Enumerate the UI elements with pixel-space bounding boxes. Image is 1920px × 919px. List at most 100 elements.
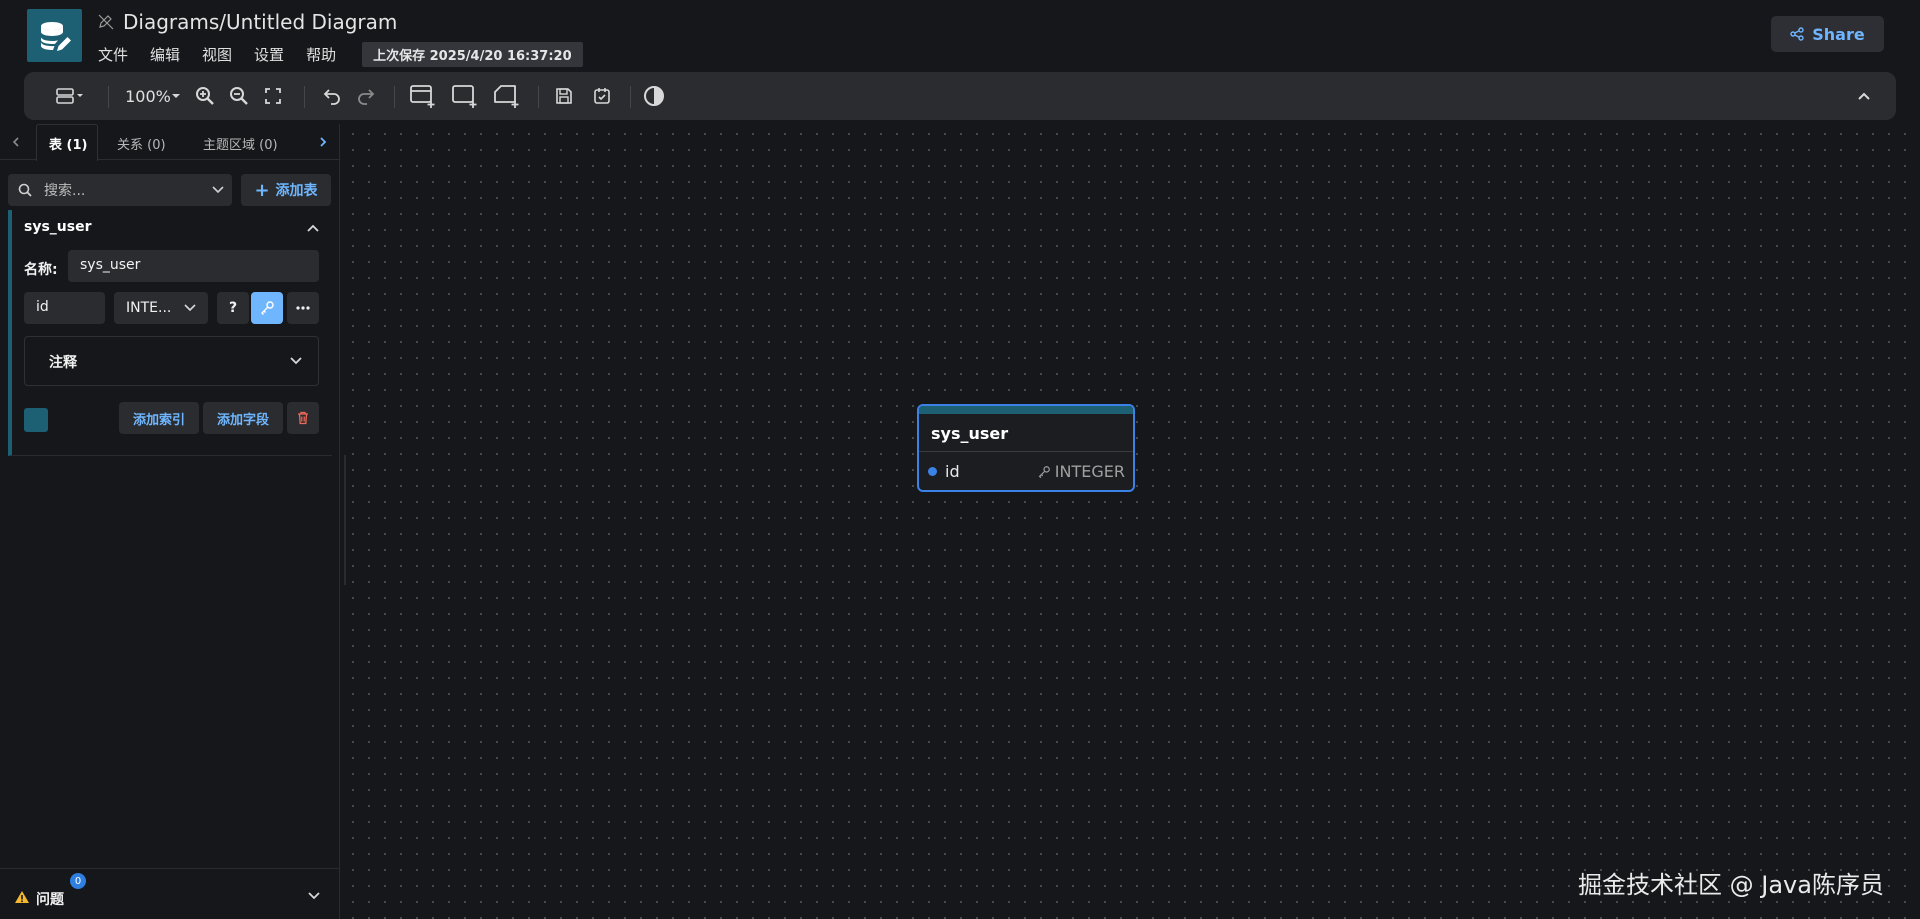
help-label: ? — [228, 300, 238, 316]
zoom-dropdown[interactable]: 100% — [124, 84, 182, 108]
add-field-button[interactable]: 添加字段 — [203, 402, 283, 434]
relation-handle-dot[interactable] — [928, 467, 937, 476]
redo-button[interactable] — [354, 84, 378, 108]
save-button[interactable] — [552, 84, 576, 108]
menu-settings[interactable]: 设置 — [254, 44, 284, 65]
calendar-check-icon — [594, 88, 610, 104]
plus-icon: + — [254, 179, 270, 201]
add-table-tool-button[interactable] — [408, 84, 438, 108]
watermark: 掘金技术社区 @ Java陈序员 — [1578, 871, 1884, 899]
issues-count-badge: 0 — [70, 873, 86, 889]
erd-field-name: id — [945, 462, 960, 481]
chevron-up-icon[interactable] — [306, 222, 320, 234]
erd-field-type: INTEGER — [1037, 462, 1125, 481]
field-type-select[interactable]: INTE... — [114, 292, 208, 324]
app-root: Diagrams/Untitled Diagram 文件 编辑 视图 设置 帮助… — [0, 0, 1920, 919]
chevron-down-icon — [290, 357, 302, 365]
issues-panel[interactable]: 问题 0 — [0, 868, 340, 919]
toolbar-divider — [304, 86, 305, 108]
collapse-toolbar-button[interactable] — [1854, 84, 1874, 108]
zoom-out-button[interactable] — [228, 84, 250, 108]
zoom-in-icon — [196, 87, 214, 105]
undo-button[interactable] — [320, 84, 344, 108]
toolbar-divider — [630, 86, 631, 108]
toolbar: 100% — [24, 72, 1896, 120]
todo-button[interactable] — [590, 84, 614, 108]
fullscreen-button[interactable] — [262, 84, 284, 108]
add-area-tool-button[interactable] — [450, 84, 480, 108]
diagram-canvas[interactable] — [341, 120, 1920, 919]
field-type-value: INTE... — [126, 300, 172, 316]
share-label: Share — [1812, 24, 1865, 44]
table-search-input[interactable]: 搜索... — [8, 174, 232, 206]
redo-icon — [358, 89, 375, 105]
field-null-toggle[interactable]: ? — [217, 292, 249, 324]
chevron-down-icon — [308, 892, 320, 900]
add-note-tool-button[interactable] — [492, 84, 522, 108]
erd-field-type-label: INTEGER — [1054, 462, 1125, 481]
tab-subject-areas[interactable]: 主题区域 (0) — [203, 134, 278, 153]
chevron-up-icon — [1858, 92, 1870, 100]
chevron-down-icon — [184, 304, 196, 312]
sidebar-tabs: 表 (1) 关系 (0) 主题区域 (0) — [0, 124, 340, 161]
layout-menu-button[interactable] — [52, 84, 88, 108]
chevron-down-icon — [212, 186, 224, 194]
search-icon — [18, 183, 32, 197]
menu-help[interactable]: 帮助 — [306, 44, 336, 65]
erd-field-row[interactable]: id INTEGER — [919, 452, 1133, 490]
erd-table-sys-user[interactable]: sys_user id INTEGER — [917, 404, 1135, 492]
menu-edit[interactable]: 编辑 — [150, 44, 180, 65]
chevron-right-icon[interactable] — [317, 136, 329, 148]
field-more-button[interactable] — [287, 292, 319, 324]
warning-icon — [15, 891, 29, 903]
add-index-button[interactable]: 添加索引 — [119, 402, 199, 434]
key-icon — [1038, 465, 1050, 478]
app-logo[interactable] — [27, 9, 82, 62]
menu-view[interactable]: 视图 — [202, 44, 232, 65]
comment-collapse[interactable]: 注释 — [24, 336, 319, 386]
pencil-slash-icon — [98, 14, 114, 30]
save-icon — [556, 88, 572, 104]
zoom-out-icon — [230, 87, 248, 105]
add-table-button[interactable]: + 添加表 — [241, 174, 331, 206]
add-area-icon — [452, 85, 477, 108]
zoom-level: 100% — [125, 86, 171, 106]
sidebar-resize-handle[interactable] — [344, 455, 346, 585]
name-label: 名称: — [24, 262, 58, 278]
table-color-picker[interactable] — [24, 408, 48, 432]
more-horizontal-icon — [296, 306, 310, 310]
caret-down-icon — [171, 94, 180, 98]
toolbar-divider — [108, 86, 109, 108]
issues-label: 问题 — [36, 892, 64, 908]
diagram-title[interactable]: Diagrams/Untitled Diagram — [123, 10, 397, 34]
trash-icon — [298, 411, 308, 425]
tab-relationships[interactable]: 关系 (0) — [117, 134, 166, 153]
comment-label: 注释 — [49, 355, 77, 371]
add-table-label: 添加表 — [275, 183, 318, 199]
share-icon — [1790, 27, 1804, 41]
share-button[interactable]: Share — [1771, 16, 1884, 52]
add-note-icon — [494, 85, 519, 108]
add-field-label: 添加字段 — [216, 412, 269, 428]
toolbar-divider — [538, 86, 539, 108]
zoom-in-button[interactable] — [194, 84, 216, 108]
menu-bar: 文件 编辑 视图 设置 帮助 上次保存 2025/4/20 16:37:20 — [98, 42, 583, 67]
menu-file[interactable]: 文件 — [98, 44, 128, 65]
theme-toggle-button[interactable] — [642, 84, 666, 108]
table-panel-sys-user: sys_user 名称: sys_user id INTE... ? 注释 添加… — [8, 210, 332, 456]
layout-icon — [56, 88, 83, 104]
toolbar-divider — [394, 86, 395, 108]
field-name-input[interactable]: id — [24, 292, 105, 324]
tab-tables[interactable]: 表 (1) — [49, 134, 87, 153]
add-table-icon — [410, 85, 435, 108]
header: Diagrams/Untitled Diagram 文件 编辑 视图 设置 帮助… — [0, 0, 1920, 70]
contrast-icon — [644, 86, 664, 106]
sidebar: 表 (1) 关系 (0) 主题区域 (0) 搜索... + 添加表 sys_us… — [0, 124, 340, 919]
table-name-input[interactable]: sys_user — [68, 250, 319, 282]
search-placeholder: 搜索... — [44, 183, 86, 199]
table-panel-title[interactable]: sys_user — [24, 219, 92, 235]
chevron-left-icon[interactable] — [10, 136, 22, 148]
delete-table-button[interactable] — [287, 402, 319, 434]
primary-key-toggle[interactable] — [251, 292, 283, 324]
last-saved-badge: 上次保存 2025/4/20 16:37:20 — [362, 42, 583, 67]
